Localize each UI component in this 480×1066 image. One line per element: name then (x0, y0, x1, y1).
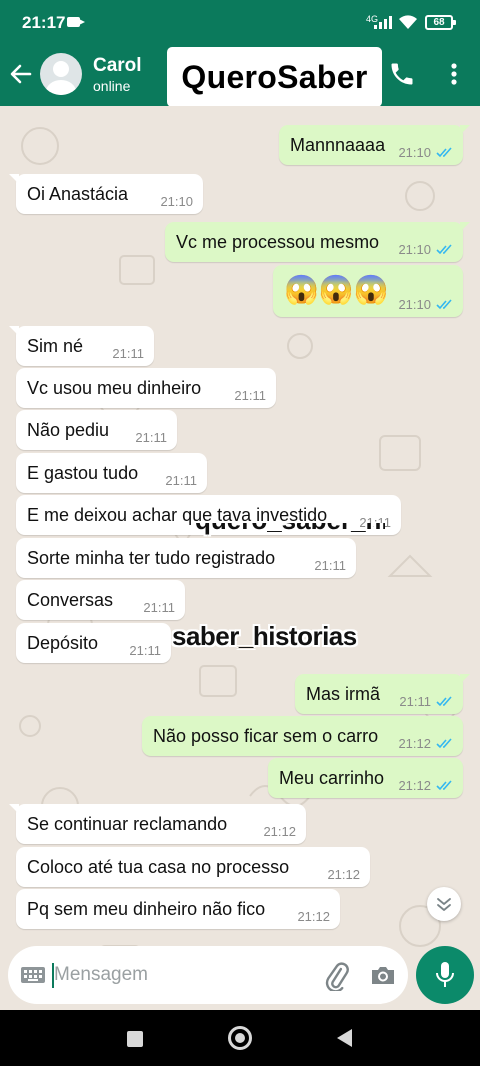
message-outgoing[interactable]: Meu carrinho 21:12 (268, 758, 463, 798)
message-text: Se continuar reclamando (27, 814, 228, 834)
message-text: Oi Anastácia (27, 184, 129, 204)
message-time: 21:11 (399, 694, 431, 709)
message-incoming[interactable]: Oi Anastácia 21:10 (9, 174, 203, 214)
message-time: 21:11 (234, 388, 266, 403)
message-text: Sorte minha ter tudo registrado (27, 548, 276, 568)
microphone-icon (436, 962, 454, 987)
message-incoming[interactable]: Se continuar reclamando 21:12 (9, 804, 306, 844)
more-options-icon[interactable] (443, 60, 465, 88)
message-text: Conversas (27, 590, 114, 610)
signal-icon (374, 16, 394, 29)
message-text: Mannnaaaa (290, 135, 386, 155)
read-ticks-icon (436, 696, 452, 707)
message-incoming[interactable]: Coloco até tua casa no processo 21:12 (16, 847, 370, 887)
message-time: 21:12 (398, 736, 431, 751)
scroll-to-bottom-button[interactable] (427, 887, 461, 921)
watermark-label: QueroSaber (167, 47, 382, 107)
message-time: 21:12 (263, 824, 296, 839)
read-ticks-icon (436, 738, 452, 749)
message-text: Mas irmã (306, 684, 381, 704)
phone-call-icon[interactable] (388, 60, 416, 88)
recent-apps-icon[interactable] (127, 1031, 143, 1047)
message-time: 21:11 (135, 430, 167, 445)
video-record-icon (67, 17, 85, 27)
message-time: 21:10 (398, 145, 431, 160)
message-incoming[interactable]: E gastou tudo 21:11 (16, 453, 207, 493)
home-icon[interactable] (228, 1026, 252, 1050)
message-time: 21:11 (314, 558, 346, 573)
wifi-icon (399, 15, 417, 29)
message-text: E gastou tudo (27, 463, 139, 483)
message-outgoing[interactable]: Vc me processou mesmo 21:10 (165, 222, 470, 262)
message-incoming[interactable]: Vc usou meu dinheiro 21:11 (16, 368, 276, 408)
contact-status: online (93, 78, 131, 94)
message-text: Não pediu (27, 420, 110, 440)
camera-icon[interactable] (370, 963, 396, 987)
message-time: 21:10 (398, 297, 431, 312)
read-ticks-icon (436, 147, 452, 158)
message-text: Pq sem meu dinheiro não fico (27, 899, 266, 919)
message-incoming[interactable]: Não pediu 21:11 (16, 410, 177, 450)
nav-back-icon[interactable] (337, 1029, 352, 1047)
message-outgoing[interactable]: Mannnaaaa 21:10 (279, 125, 470, 165)
read-ticks-icon (436, 244, 452, 255)
message-text: Vc usou meu dinheiro (27, 378, 202, 398)
message-text: Coloco até tua casa no processo (27, 857, 290, 877)
caption-overlay: saber_historias (172, 621, 357, 651)
message-outgoing[interactable]: Não posso ficar sem o carro 21:12 (142, 716, 463, 756)
read-ticks-icon (436, 780, 452, 791)
keyboard-icon[interactable] (20, 965, 46, 985)
message-time: 21:11 (112, 346, 144, 361)
double-chevron-down-icon (437, 898, 451, 911)
contact-name[interactable]: Carol (93, 55, 142, 77)
back-arrow-icon[interactable] (8, 61, 34, 87)
message-time: 21:11 (165, 473, 197, 488)
message-time: 21:12 (398, 778, 431, 793)
message-input[interactable] (54, 960, 314, 990)
read-ticks-icon (436, 299, 452, 310)
emoji-text: 😱😱😱 (284, 274, 389, 305)
message-text: Meu carrinho (279, 768, 385, 788)
battery-icon: 68 (425, 15, 456, 30)
message-composer (8, 946, 408, 1004)
message-outgoing[interactable]: Mas irmã 21:11 (295, 674, 470, 714)
message-incoming[interactable]: Pq sem meu dinheiro não fico 21:12 (16, 889, 340, 929)
message-incoming[interactable]: Conversas 21:11 (16, 580, 185, 620)
voice-message-button[interactable] (416, 946, 474, 1004)
message-text: Depósito (27, 633, 99, 653)
message-time: 21:11 (129, 643, 161, 658)
system-nav-bar (0, 1010, 480, 1066)
clock: 21:17 (22, 13, 66, 32)
message-text: Sim né (27, 336, 84, 356)
attach-icon[interactable] (322, 961, 350, 991)
message-incoming[interactable]: Sorte minha ter tudo registrado 21:11 (16, 538, 356, 578)
message-outgoing-emoji[interactable]: 😱😱😱 21:10 (273, 265, 463, 317)
message-time: 21:10 (160, 194, 193, 209)
message-time: 21:10 (398, 242, 431, 257)
message-incoming[interactable]: Sim né 21:11 (9, 326, 154, 366)
chat-area[interactable]: Mannnaaaa 21:10 Oi Anastácia 21:10 Vc me… (0, 106, 480, 1010)
status-bar: 21:17 4G 68 (0, 0, 480, 44)
message-time: 21:11 (143, 600, 175, 615)
message-incoming[interactable]: Depósito 21:11 (16, 623, 171, 663)
message-text: Não posso ficar sem o carro (153, 726, 379, 746)
message-time: 21:12 (327, 867, 360, 882)
message-text: Vc me processou mesmo (176, 232, 380, 252)
message-text: E me deixou achar que tava investido (27, 505, 328, 525)
message-time: 21:12 (297, 909, 330, 924)
avatar[interactable] (40, 53, 82, 95)
